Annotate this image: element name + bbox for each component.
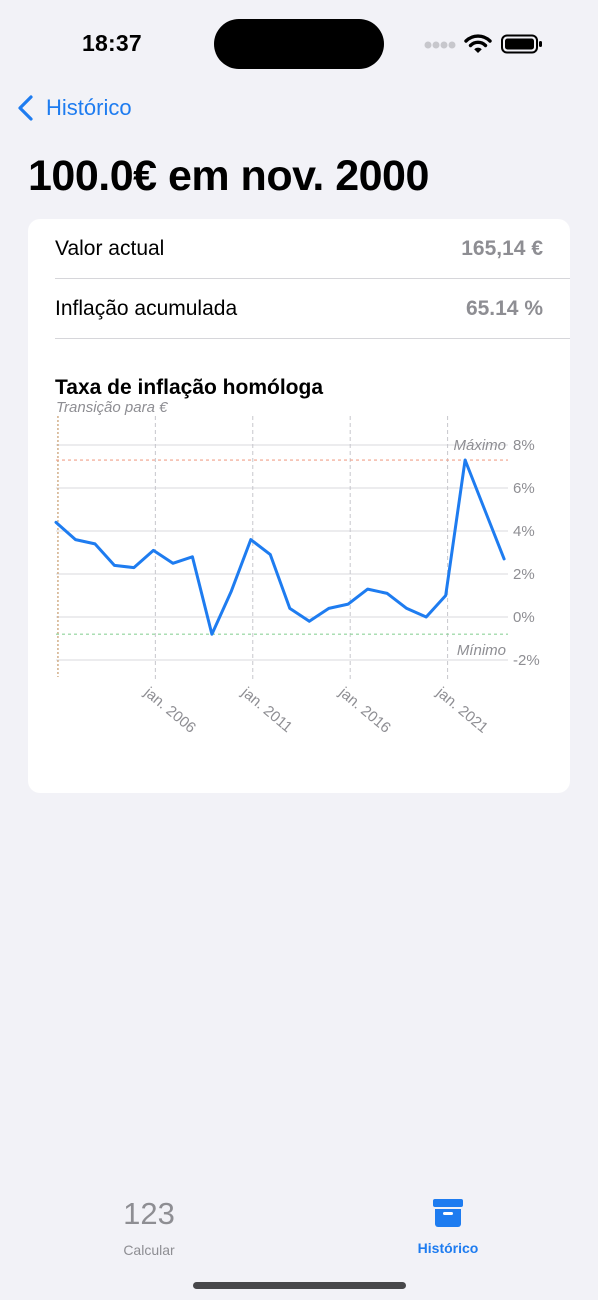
- x-tick-label: jan. 2011: [237, 683, 295, 736]
- home-indicator: [193, 1282, 406, 1289]
- dynamic-island: [214, 19, 384, 69]
- y-tick-label: 6%: [513, 480, 535, 497]
- data-point: [132, 566, 136, 569]
- data-point: [152, 549, 155, 552]
- data-point: [171, 562, 175, 565]
- battery-icon: [501, 34, 542, 54]
- data-point: [308, 620, 311, 623]
- status-bar: 18:37: [0, 0, 598, 90]
- data-point: [347, 602, 350, 606]
- y-tick-label: 2%: [513, 566, 535, 583]
- data-point: [191, 555, 194, 558]
- back-button[interactable]: Histórico: [16, 90, 132, 126]
- data-point: [210, 633, 214, 636]
- euro-transition-label: Transição para €: [56, 399, 168, 416]
- data-point: [463, 458, 467, 462]
- data-point: [386, 592, 389, 595]
- min-label: Mínimo: [457, 642, 506, 659]
- data-point: [93, 542, 97, 546]
- data-point: [54, 521, 58, 524]
- summary-card: Valor actual 165,14 € Inflação acumulada…: [28, 219, 570, 793]
- y-tick-label: 4%: [513, 523, 535, 540]
- tab-historico[interactable]: Histórico: [388, 1196, 508, 1266]
- data-point: [249, 538, 253, 541]
- status-time: 18:37: [82, 30, 142, 56]
- inflation-line-chart: 8% 6% 4% 2% 0% -2% jan. 2006 jan. 2011 jan. 2016…: [54, 399, 540, 737]
- tab-calcular[interactable]: 123 Calcular: [89, 1196, 209, 1266]
- x-tick-label: jan. 2021: [432, 683, 491, 736]
- data-point: [327, 607, 330, 610]
- chevron-left-icon: [18, 95, 33, 121]
- data-point: [483, 508, 486, 511]
- inflation-series-line: [54, 458, 506, 636]
- numbers-123-icon: 123: [123, 1196, 175, 1231]
- back-label: Histórico: [46, 95, 132, 120]
- data-point: [230, 590, 233, 593]
- signal-icon: [424, 41, 456, 49]
- status-icons: [424, 32, 544, 56]
- y-tick-label: 0%: [513, 609, 535, 626]
- page-title: 100.0€ em nov. 2000: [28, 152, 429, 200]
- max-label: Máximo: [453, 437, 506, 454]
- data-point: [113, 564, 116, 567]
- data-point: [444, 594, 447, 597]
- y-tick-label: 8%: [513, 437, 535, 454]
- x-tick-label: jan. 2016: [335, 683, 394, 736]
- data-point: [405, 607, 408, 610]
- y-tick-label: -2%: [513, 652, 540, 669]
- data-point: [269, 553, 272, 556]
- data-point: [366, 587, 369, 591]
- tab-label: Calcular: [123, 1242, 175, 1258]
- data-point: [502, 557, 506, 561]
- data-point: [74, 538, 77, 541]
- wifi-icon: [464, 34, 492, 53]
- data-point: [288, 607, 291, 610]
- tab-label: Histórico: [417, 1240, 479, 1256]
- x-tick-label: jan. 2006: [140, 683, 199, 736]
- archive-box-icon: [433, 1199, 463, 1227]
- data-point: [424, 615, 428, 619]
